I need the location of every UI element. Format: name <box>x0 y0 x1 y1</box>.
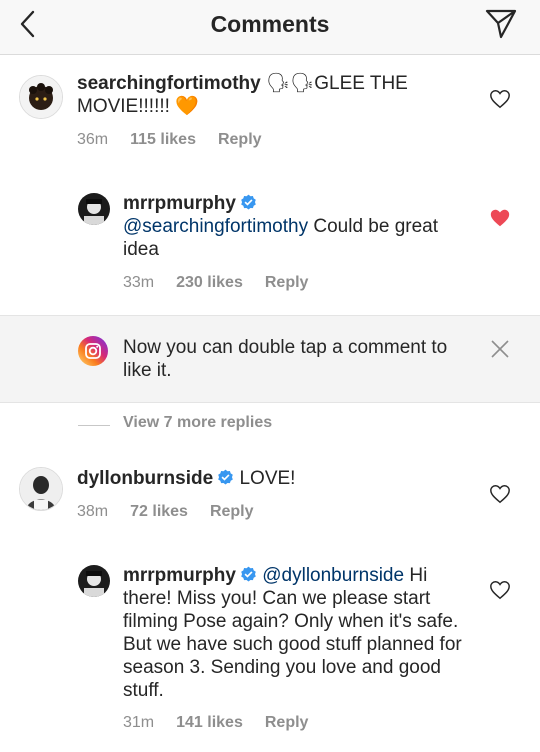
comment-meta: 36m 115 likes Reply <box>77 131 284 149</box>
comment-likes[interactable]: 115 likes <box>130 131 196 148</box>
divider-line <box>78 425 110 426</box>
page-title: Comments <box>210 11 330 37</box>
comment-body: LOVE! <box>239 468 296 489</box>
comment-meta: 31m 141 likes Reply <box>123 714 330 732</box>
comment-username[interactable]: mrrpmurphy <box>123 193 236 214</box>
avatar[interactable] <box>78 193 110 225</box>
comment-time: 38m <box>77 503 109 520</box>
double-tap-tip-banner: Now you can double tap a comment to like… <box>0 315 540 403</box>
comment-time: 36m <box>77 131 109 148</box>
comment-time: 31m <box>123 714 155 731</box>
instagram-icon <box>78 336 108 366</box>
comment-username[interactable]: mrrpmurphy <box>123 565 236 586</box>
reply-button[interactable]: Reply <box>265 274 309 291</box>
reply-button[interactable]: Reply <box>210 503 254 520</box>
banner-text: Now you can double tap a comment to like… <box>123 337 448 381</box>
comment-text: mrrpmurphy @searchingfortimothy Could be… <box>123 192 463 261</box>
reply-button[interactable]: Reply <box>218 131 262 148</box>
comment-text: dyllonburnside LOVE! <box>77 467 462 490</box>
header-bar: Comments <box>0 0 540 55</box>
heart-outline-icon[interactable] <box>489 483 511 505</box>
avatar[interactable] <box>19 467 63 511</box>
verified-badge-icon <box>241 194 256 210</box>
close-icon[interactable] <box>489 338 511 360</box>
comment-text: mrrpmurphy @dyllonburnside Hi there! Mis… <box>123 564 468 702</box>
comment-likes[interactable]: 141 likes <box>176 714 243 731</box>
comment-username[interactable]: searchingfortimothy <box>77 73 261 94</box>
comment-mention[interactable]: @dyllonburnside <box>262 565 404 586</box>
comment-meta: 38m 72 likes Reply <box>77 503 276 521</box>
reply-button[interactable]: Reply <box>265 714 309 731</box>
heart-outline-icon[interactable] <box>489 88 511 110</box>
comment-time: 33m <box>123 274 155 291</box>
avatar[interactable] <box>78 565 110 597</box>
heart-filled-icon[interactable] <box>489 207 511 229</box>
comment-username[interactable]: dyllonburnside <box>77 468 213 489</box>
comment-mention[interactable]: @searchingfortimothy <box>123 216 308 237</box>
paper-plane-icon[interactable] <box>484 6 518 40</box>
verified-badge-icon <box>241 566 256 582</box>
heart-outline-icon[interactable] <box>489 579 511 601</box>
verified-badge-icon <box>218 469 233 485</box>
avatar[interactable] <box>19 75 63 119</box>
comment-likes[interactable]: 230 likes <box>176 274 243 291</box>
comment-text: searchingfortimothy 🗣🗣GLEE THE MOVIE!!!!… <box>77 72 462 118</box>
comment-likes[interactable]: 72 likes <box>130 503 188 520</box>
comment-meta: 33m 230 likes Reply <box>123 274 330 292</box>
view-more-replies-label[interactable]: View 7 more replies <box>123 414 272 432</box>
